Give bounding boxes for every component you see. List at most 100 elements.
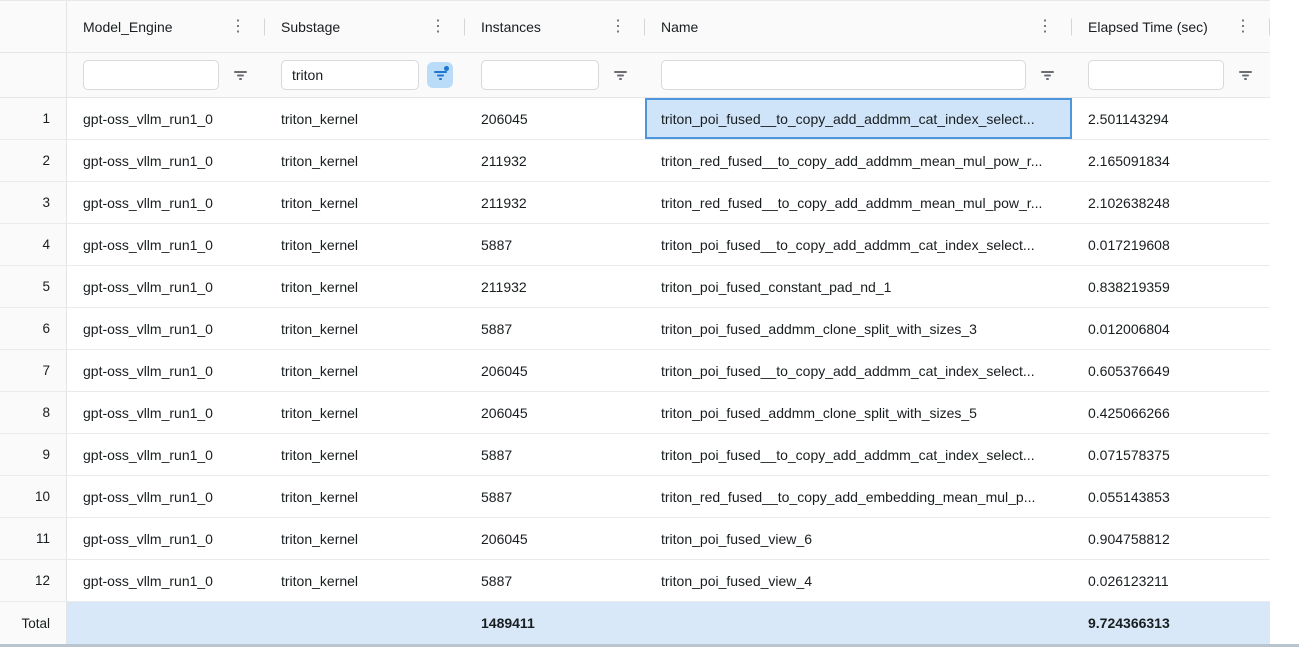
total-row: Total 1489411 9.724366313 [0,602,1270,644]
cell-instances[interactable]: 5887 [465,434,645,475]
column-label: Instances [481,19,610,35]
total-cell-model-engine [67,602,265,644]
table-row: 5 gpt-oss_vllm_run1_0 triton_kernel 2119… [0,266,1270,308]
cell-substage[interactable]: triton_kernel [265,350,465,391]
column-menu-icon[interactable]: ⋮ [610,19,626,35]
column-menu-icon[interactable]: ⋮ [1235,19,1251,35]
table-row: 10 gpt-oss_vllm_run1_0 triton_kernel 588… [0,476,1270,518]
column-menu-icon[interactable]: ⋮ [430,19,446,35]
column-menu-icon[interactable]: ⋮ [230,19,246,35]
cell-substage[interactable]: triton_kernel [265,392,465,433]
filter-active-dot [444,66,449,71]
cell-model-engine[interactable]: gpt-oss_vllm_run1_0 [67,266,265,307]
cell-name[interactable]: triton_poi_fused_view_4 [645,560,1072,601]
filter-input-instances[interactable] [481,60,599,90]
cell-substage[interactable]: triton_kernel [265,560,465,601]
cell-model-engine[interactable]: gpt-oss_vllm_run1_0 [67,350,265,391]
total-label: Total [0,602,67,644]
cell-elapsed-time[interactable]: 2.102638248 [1072,182,1270,223]
cell-model-engine[interactable]: gpt-oss_vllm_run1_0 [67,140,265,181]
cell-instances[interactable]: 5887 [465,308,645,349]
cell-model-engine[interactable]: gpt-oss_vllm_run1_0 [67,476,265,517]
column-header-substage[interactable]: Substage ⋮ [265,1,465,52]
filter-input-substage[interactable] [281,60,419,90]
cell-name[interactable]: triton_poi_fused_view_6 [645,518,1072,559]
row-number: 1 [0,98,67,139]
cell-substage[interactable]: triton_kernel [265,266,465,307]
cell-substage[interactable]: triton_kernel [265,224,465,265]
cell-model-engine[interactable]: gpt-oss_vllm_run1_0 [67,98,265,139]
filter-icon-active[interactable] [427,62,453,88]
row-number: 4 [0,224,67,265]
cell-elapsed-time[interactable]: 0.012006804 [1072,308,1270,349]
cell-elapsed-time[interactable]: 0.904758812 [1072,518,1270,559]
cell-name[interactable]: triton_red_fused__to_copy_add_embedding_… [645,476,1072,517]
column-header-elapsed-time[interactable]: Elapsed Time (sec) ⋮ [1072,1,1270,52]
cell-name[interactable]: triton_red_fused__to_copy_add_addmm_mean… [645,182,1072,223]
cell-substage[interactable]: triton_kernel [265,308,465,349]
cell-elapsed-time[interactable]: 0.071578375 [1072,434,1270,475]
cell-name[interactable]: triton_poi_fused_addmm_clone_split_with_… [645,392,1072,433]
cell-instances[interactable]: 5887 [465,560,645,601]
column-header-instances[interactable]: Instances ⋮ [465,1,645,52]
filter-input-model-engine[interactable] [83,60,219,90]
column-menu-icon[interactable]: ⋮ [1037,19,1053,35]
cell-name[interactable]: triton_poi_fused_constant_pad_nd_1 [645,266,1072,307]
cell-model-engine[interactable]: gpt-oss_vllm_run1_0 [67,308,265,349]
row-number: 11 [0,518,67,559]
grid-bottom-scrollbar[interactable] [0,644,1299,647]
table-body: 1 gpt-oss_vllm_run1_0 triton_kernel 2060… [0,98,1270,602]
cell-model-engine[interactable]: gpt-oss_vllm_run1_0 [67,434,265,475]
filter-input-elapsed-time[interactable] [1088,60,1224,90]
cell-substage[interactable]: triton_kernel [265,476,465,517]
cell-substage[interactable]: triton_kernel [265,140,465,181]
cell-elapsed-time[interactable]: 0.017219608 [1072,224,1270,265]
cell-instances[interactable]: 206045 [465,518,645,559]
cell-model-engine[interactable]: gpt-oss_vllm_run1_0 [67,392,265,433]
cell-instances[interactable]: 5887 [465,476,645,517]
column-label: Substage [281,19,430,35]
filter-icon[interactable] [1034,62,1060,88]
cell-substage[interactable]: triton_kernel [265,182,465,223]
column-label: Model_Engine [83,19,230,35]
filter-icon[interactable] [607,62,633,88]
cell-elapsed-time[interactable]: 0.055143853 [1072,476,1270,517]
cell-instances[interactable]: 211932 [465,140,645,181]
cell-elapsed-time[interactable]: 0.838219359 [1072,266,1270,307]
cell-name[interactable]: triton_poi_fused__to_copy_add_addmm_cat_… [645,224,1072,265]
cell-substage[interactable]: triton_kernel [265,98,465,139]
cell-elapsed-time[interactable]: 0.605376649 [1072,350,1270,391]
cell-elapsed-time[interactable]: 0.026123211 [1072,560,1270,601]
filter-input-name[interactable] [661,60,1026,90]
column-resize-handle[interactable] [1269,18,1270,35]
filter-icon[interactable] [1232,62,1258,88]
column-label: Name [661,19,1037,35]
cell-instances[interactable]: 211932 [465,266,645,307]
cell-model-engine[interactable]: gpt-oss_vllm_run1_0 [67,560,265,601]
table-row: 6 gpt-oss_vllm_run1_0 triton_kernel 5887… [0,308,1270,350]
filter-cell-model-engine [67,53,265,97]
cell-instances[interactable]: 206045 [465,350,645,391]
cell-model-engine[interactable]: gpt-oss_vllm_run1_0 [67,518,265,559]
cell-name[interactable]: triton_poi_fused__to_copy_add_addmm_cat_… [645,434,1072,475]
cell-name[interactable]: triton_poi_fused__to_copy_add_addmm_cat_… [645,350,1072,391]
cell-elapsed-time[interactable]: 2.501143294 [1072,98,1270,139]
cell-instances[interactable]: 5887 [465,224,645,265]
total-instances: 1489411 [465,602,645,644]
cell-model-engine[interactable]: gpt-oss_vllm_run1_0 [67,182,265,223]
cell-model-engine[interactable]: gpt-oss_vllm_run1_0 [67,224,265,265]
column-header-model-engine[interactable]: Model_Engine ⋮ [67,1,265,52]
cell-instances[interactable]: 211932 [465,182,645,223]
row-number: 10 [0,476,67,517]
cell-name[interactable]: triton_red_fused__to_copy_add_addmm_mean… [645,140,1072,181]
cell-substage[interactable]: triton_kernel [265,434,465,475]
column-header-name[interactable]: Name ⋮ [645,1,1072,52]
cell-elapsed-time[interactable]: 2.165091834 [1072,140,1270,181]
filter-icon[interactable] [227,62,253,88]
cell-name[interactable]: triton_poi_fused_addmm_clone_split_with_… [645,308,1072,349]
cell-elapsed-time[interactable]: 0.425066266 [1072,392,1270,433]
cell-instances[interactable]: 206045 [465,98,645,139]
cell-instances[interactable]: 206045 [465,392,645,433]
cell-substage[interactable]: triton_kernel [265,518,465,559]
cell-name[interactable]: triton_poi_fused__to_copy_add_addmm_cat_… [645,98,1072,139]
